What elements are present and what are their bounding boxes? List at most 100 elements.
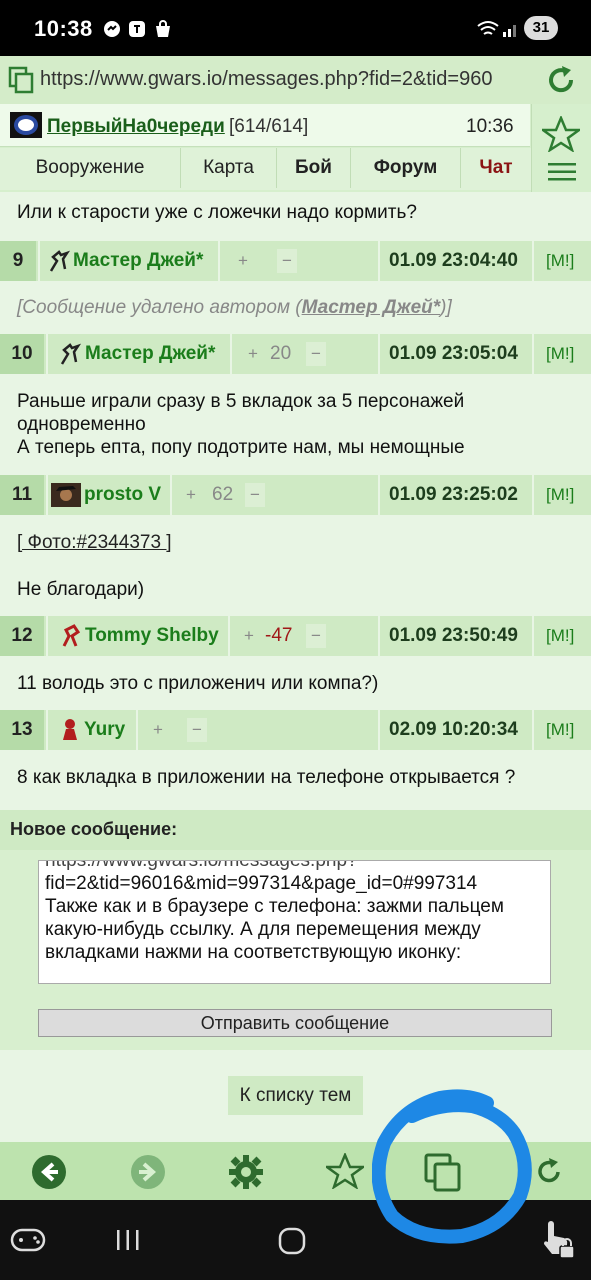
home-icon[interactable] bbox=[278, 1227, 306, 1255]
status-bar: 10:38 31 bbox=[0, 0, 591, 56]
recent-apps-icon[interactable] bbox=[114, 1228, 142, 1252]
message-body: Раньше играли сразу в 5 вкладок за 5 пер… bbox=[17, 390, 465, 459]
textarea-line: вкладками нажми на соответствующую иконк… bbox=[45, 942, 462, 963]
touch-lock-icon[interactable] bbox=[540, 1218, 576, 1260]
vote-plus-button[interactable]: + bbox=[248, 334, 258, 374]
m-link[interactable]: [M!] bbox=[546, 241, 574, 281]
post-author-cell: Tommy Shelby bbox=[46, 616, 228, 656]
vote-plus-button[interactable]: + bbox=[186, 475, 196, 515]
post-header-12: 12 Tommy Shelby + -47 − 01.09 23:50:49 [… bbox=[0, 616, 591, 656]
textarea-line: fid=2&tid=96016&mid=997314&page_id=0#997… bbox=[45, 873, 478, 894]
vote-score: 62 bbox=[212, 484, 234, 505]
star-icon[interactable] bbox=[542, 116, 580, 152]
author-link[interactable]: prosto V bbox=[84, 475, 161, 515]
m-link[interactable]: [M!] bbox=[546, 710, 574, 750]
back-arrow-icon[interactable] bbox=[31, 1154, 67, 1190]
photo-link[interactable]: [ Фото:#2344373 ] bbox=[17, 531, 172, 554]
vote-plus-button[interactable]: + bbox=[244, 616, 254, 656]
user-line: ПервыйНа0череди [614/614] 10:36 bbox=[0, 104, 530, 147]
nav-map[interactable]: Карта bbox=[181, 148, 277, 188]
shopping-bag-icon bbox=[156, 20, 170, 37]
m-link[interactable]: [M!] bbox=[546, 475, 574, 515]
deleted-author-link[interactable]: Мастер Джей* bbox=[302, 297, 441, 318]
vote-score: -47 bbox=[265, 625, 293, 646]
deleted-suffix: )] bbox=[440, 297, 452, 318]
post-author-cell: Мастер Джей* bbox=[38, 241, 218, 281]
user-hp: [614/614] bbox=[229, 116, 309, 137]
post-header-9: 9 Мастер Джей* + − 01.09 23:04:40 [M!] bbox=[0, 241, 591, 281]
author-avatar-icon bbox=[62, 624, 81, 647]
date-cell: 01.09 23:25:02 bbox=[378, 475, 532, 515]
mlink-cell: [M!] bbox=[532, 475, 591, 515]
back-to-topics-button[interactable]: К списку тем bbox=[228, 1076, 363, 1115]
date-cell: 01.09 23:05:04 bbox=[378, 334, 532, 374]
post-author-cell: Мастер Джей* bbox=[46, 334, 230, 374]
message-body: Не благодари) bbox=[17, 579, 145, 600]
post-date: 01.09 23:25:02 bbox=[389, 484, 518, 505]
post-number: 11 bbox=[0, 475, 44, 515]
post-author-cell: prosto V bbox=[46, 475, 170, 515]
vote-minus-button[interactable]: − bbox=[245, 483, 265, 507]
post-header-13: 13 Yury + − 02.09 10:20:34 [M!] bbox=[0, 710, 591, 750]
post-date: 01.09 23:05:04 bbox=[389, 343, 518, 364]
reload-icon[interactable] bbox=[536, 1156, 564, 1188]
message-line: одновременно bbox=[17, 414, 146, 435]
m-link[interactable]: [M!] bbox=[546, 616, 574, 656]
messenger-icon bbox=[104, 21, 120, 37]
nav-forum[interactable]: Форум bbox=[351, 148, 461, 188]
mlink-cell: [M!] bbox=[532, 710, 591, 750]
post-author-cell: Yury bbox=[46, 710, 136, 750]
post-date: 01.09 23:50:49 bbox=[389, 625, 518, 646]
author-link[interactable]: Yury bbox=[84, 710, 125, 750]
nav-chat[interactable]: Чат bbox=[461, 148, 531, 188]
vote-minus-button[interactable]: − bbox=[277, 249, 297, 273]
side-menu bbox=[531, 104, 591, 192]
nav-battle[interactable]: Бой bbox=[277, 148, 351, 188]
reload-icon[interactable] bbox=[545, 64, 577, 96]
date-cell: 01.09 23:04:40 bbox=[378, 241, 532, 281]
compose-title: Новое сообщение: bbox=[10, 819, 178, 839]
author-link[interactable]: Мастер Джей* bbox=[73, 241, 203, 281]
vote-minus-button[interactable]: − bbox=[306, 342, 326, 366]
username-link[interactable]: ПервыйНа0череди bbox=[47, 116, 225, 138]
message-line: А теперь епта, попу подотрите нам, мы не… bbox=[17, 437, 465, 458]
server-time: 10:36 bbox=[466, 116, 514, 137]
vote-minus-button[interactable]: − bbox=[187, 718, 207, 742]
m-link[interactable]: [M!] bbox=[546, 334, 574, 374]
author-avatar-icon bbox=[60, 343, 82, 365]
vote-cell: + 62 − bbox=[170, 475, 378, 515]
copy-tabs-icon[interactable] bbox=[8, 66, 34, 94]
annotation-circle bbox=[372, 1089, 532, 1244]
avatar[interactable] bbox=[10, 112, 42, 138]
vote-cell: + -47 − bbox=[228, 616, 378, 656]
author-link[interactable]: Tommy Shelby bbox=[85, 616, 219, 656]
settings-gear-icon[interactable] bbox=[228, 1154, 264, 1190]
vote-minus-button[interactable]: − bbox=[306, 624, 326, 648]
vote-plus-button[interactable]: + bbox=[153, 710, 163, 750]
post-number: 10 bbox=[0, 334, 44, 374]
post-date: 01.09 23:04:40 bbox=[389, 250, 518, 271]
mlink-cell: [M!] bbox=[532, 334, 591, 374]
forward-arrow-icon[interactable] bbox=[130, 1154, 166, 1190]
url-text[interactable]: https://www.gwars.io/messages.php?fid=2&… bbox=[40, 68, 530, 91]
gamepad-icon[interactable] bbox=[10, 1226, 46, 1254]
deleted-prefix: [Сообщение удалено автором ( bbox=[17, 297, 302, 318]
send-message-button[interactable]: Отправить сообщение bbox=[38, 1009, 552, 1037]
battery-indicator: 31 bbox=[524, 16, 558, 40]
compose-header: Новое сообщение: bbox=[0, 810, 591, 850]
date-cell: 01.09 23:50:49 bbox=[378, 616, 532, 656]
post-header-11: 11 prosto V + 62 − 01.09 23:25:02 [M!] bbox=[0, 475, 591, 515]
bookmark-star-icon[interactable] bbox=[326, 1153, 364, 1189]
vote-cell: + − bbox=[218, 241, 378, 281]
message-body: 11 володь это с приложенич или компа?) bbox=[17, 673, 379, 694]
vote-cell: + 20 − bbox=[230, 334, 378, 374]
vote-plus-button[interactable]: + bbox=[238, 241, 248, 281]
vote-cell: + − bbox=[136, 710, 378, 750]
date-cell: 02.09 10:20:34 bbox=[378, 710, 532, 750]
author-avatar-icon bbox=[63, 719, 77, 740]
author-link[interactable]: Мастер Джей* bbox=[85, 334, 215, 374]
message-textarea[interactable]: https://www.gwars.io/messages.php? fid=2… bbox=[38, 860, 551, 984]
browser-url-bar[interactable]: https://www.gwars.io/messages.php?fid=2&… bbox=[0, 56, 591, 104]
hamburger-menu-icon[interactable] bbox=[548, 162, 576, 182]
nav-weapons[interactable]: Вооружение bbox=[0, 148, 181, 188]
